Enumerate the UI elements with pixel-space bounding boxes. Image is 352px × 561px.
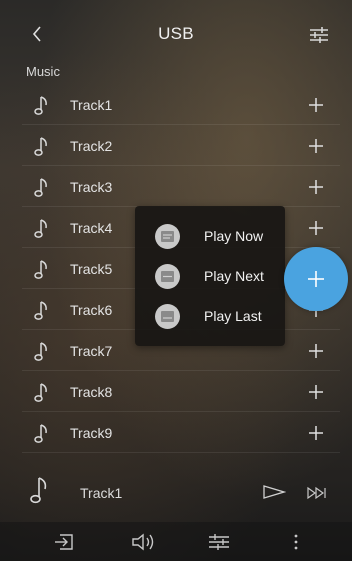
add-button-active[interactable] [284, 247, 348, 311]
add-icon[interactable] [306, 382, 326, 402]
add-to-queue-popup: Play Now Play Next Play Last [135, 206, 285, 346]
music-note-icon [32, 382, 52, 404]
music-note-icon [32, 341, 52, 363]
menu-item-label: Play Next [204, 268, 264, 284]
play-next-icon [155, 264, 180, 289]
add-icon[interactable] [306, 423, 326, 443]
music-note-icon [32, 300, 52, 322]
track-title: Track4 [70, 220, 113, 236]
menu-item-play-last[interactable]: Play Last [135, 296, 285, 336]
track-title: Track6 [70, 302, 113, 318]
track-row[interactable]: Track3 [22, 166, 340, 207]
exit-icon[interactable] [52, 531, 78, 553]
music-note-icon [32, 177, 52, 199]
track-row[interactable]: Track2 [22, 125, 340, 166]
page-title: USB [158, 24, 194, 43]
header: USB [0, 0, 352, 64]
music-note-icon [32, 423, 52, 445]
track-title: Track2 [70, 138, 113, 154]
track-title: Track9 [70, 425, 113, 441]
music-note-icon [32, 218, 52, 240]
track-title: Track1 [70, 97, 113, 113]
music-note-icon [32, 136, 52, 158]
track-row[interactable]: Track8 [22, 371, 340, 412]
track-title: Track3 [70, 179, 113, 195]
track-row[interactable]: Track9 [22, 412, 340, 453]
add-icon[interactable] [306, 136, 326, 156]
play-icon[interactable] [262, 484, 286, 500]
menu-item-play-next[interactable]: Play Next [135, 256, 285, 296]
track-title: Track7 [70, 343, 113, 359]
music-note-icon [32, 95, 52, 117]
more-icon[interactable] [283, 531, 309, 553]
music-note-icon [28, 476, 52, 506]
track-title: Track5 [70, 261, 113, 277]
add-icon[interactable] [306, 341, 326, 361]
add-icon[interactable] [306, 218, 326, 238]
add-icon[interactable] [306, 95, 326, 115]
volume-icon[interactable] [130, 531, 156, 553]
equalizer-icon[interactable] [206, 531, 232, 553]
track-title: Track8 [70, 384, 113, 400]
bottom-toolbar [0, 522, 352, 561]
section-label-music: Music [26, 64, 60, 79]
add-icon [308, 271, 324, 287]
play-last-icon [155, 304, 180, 329]
menu-item-label: Play Now [204, 228, 264, 244]
now-playing-track: Track1 [80, 485, 123, 501]
music-note-icon [32, 259, 52, 281]
play-now-icon [155, 224, 180, 249]
menu-item-play-now[interactable]: Play Now [135, 216, 285, 256]
add-icon[interactable] [306, 177, 326, 197]
skip-next-icon[interactable] [306, 486, 330, 500]
filter-icon[interactable] [306, 24, 332, 46]
track-row[interactable]: Track1 [22, 84, 340, 125]
menu-item-label: Play Last [204, 308, 262, 324]
now-playing-bar[interactable]: Track1 [0, 466, 352, 516]
